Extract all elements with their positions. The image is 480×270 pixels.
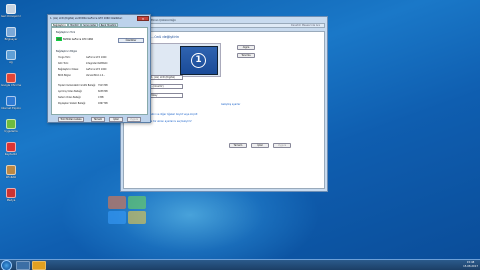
info-value: GeForce GTX 1060 <box>86 68 107 71</box>
advanced-settings-link[interactable]: Gelişmiş ayarlar <box>221 103 240 106</box>
window-title: Ekran Çözünürlüğü <box>151 18 176 22</box>
desktop-icon-label: Geri Dönüşüm Kutusu <box>1 15 21 18</box>
desktop-icon[interactable]: Kaydedici <box>1 142 21 156</box>
network-icon <box>6 50 16 60</box>
adapter-name: NVIDIA GeForce GTX 1060 <box>63 37 94 41</box>
desktop-icon[interactable]: Geri Dönüşüm Kutusu <box>1 4 21 18</box>
list-all-modes-button[interactable]: Tüm Modları Listele <box>58 117 84 122</box>
desktop-icon-label: WinRAR <box>5 176 17 179</box>
display-select[interactable]: 1. (LG) LCD (Digital) <box>149 75 183 80</box>
info-key: DAC Türü: <box>58 62 69 65</box>
desktop-icon[interactable]: Uygulama <box>1 119 21 133</box>
screen-resolution-window: Ekran Çözünürlüğü Denetim Masası'nda Ara… <box>120 16 328 192</box>
info-key: Bağdaştırıcı Dizesi: <box>58 68 79 71</box>
adapter-type-label: Bağdaştırıcı Türü <box>56 31 76 34</box>
info-row: BIOS Bilgisi: Version86.6.1.0... <box>58 74 105 77</box>
monitor-tile[interactable]: 1 <box>180 46 218 75</box>
desktop-icon[interactable]: Medya <box>1 188 21 202</box>
info-row: Ayrılmış Video Belleği: 6038 MB <box>58 90 108 93</box>
info-key: Ayrılmış Video Belleği: <box>58 90 83 93</box>
system-clock[interactable]: 15:48 15.08.2017 <box>463 261 478 269</box>
desktop-icon[interactable]: Internet Explorer <box>1 96 21 110</box>
recycle-bin-icon <box>6 4 16 14</box>
properties-button[interactable]: Özellikler <box>118 38 144 43</box>
media-icon <box>6 188 16 198</box>
info-key: BIOS Bilgisi: <box>58 74 72 77</box>
monitor-preview: 1 <box>149 43 221 77</box>
info-row: Yonga Türü: GeForce GTX 1060 <box>58 56 106 59</box>
desktop-icon-label: Medya <box>6 199 16 202</box>
recorder-icon <box>6 142 16 152</box>
page-heading: ...ünü değiştirin <box>151 35 180 39</box>
info-row: Toplam Kullanılabilir Grafik Belleği: 791… <box>58 84 108 87</box>
info-key: Toplam Kullanılabilir Grafik Belleği: <box>58 84 96 87</box>
desktop-icon[interactable]: Google Chrome <box>1 73 21 87</box>
close-button[interactable]: ✕ <box>137 16 149 21</box>
info-row: Paylaşılan Sistem Belleği: 1867 MB <box>58 102 108 105</box>
dialog-ok-button[interactable]: Tamam <box>91 117 105 122</box>
dialog-title: 1. (LG) LCD (Digital) ve NVIDIA GeForce … <box>50 17 123 20</box>
desktop-icon[interactable]: WinRAR <box>1 165 21 179</box>
dialog-title-bar: 1. (LG) LCD (Digital) ve NVIDIA GeForce … <box>48 15 150 22</box>
dialog-apply-button[interactable]: Uygula <box>127 117 141 122</box>
dialog-cancel-button[interactable]: İptal <box>109 117 123 122</box>
info-row: DAC Türü: Integrated RAMDAC <box>58 62 108 65</box>
info-value: 0 MB <box>98 96 104 99</box>
info-value: 1867 MB <box>98 102 108 105</box>
apply-button[interactable]: Uygula <box>273 143 291 148</box>
help-link[interactable]: Ne tür ekran ayarlarını seçmeliyim? <box>149 120 192 123</box>
info-value: 7913 MB <box>98 84 108 87</box>
cancel-button[interactable]: İptal <box>251 143 269 148</box>
orientation-select[interactable]: Yatay <box>149 93 183 98</box>
info-value: GeForce GTX 1060 <box>86 56 107 59</box>
adapter-name-row: NVIDIA GeForce GTX 1060 <box>56 37 93 41</box>
desktop-icon-label: Uygulama <box>4 130 18 133</box>
info-key: Paylaşılan Sistem Belleği: <box>58 102 86 105</box>
info-value: 6038 MB <box>98 90 108 93</box>
info-key: Sistem Video Belleği: <box>58 96 82 99</box>
start-button[interactable] <box>1 260 12 270</box>
explorer-taskbar-icon[interactable] <box>16 261 30 270</box>
windows-logo-wallpaper <box>108 196 148 224</box>
archive-icon <box>6 165 16 175</box>
gpu-icon <box>56 37 62 41</box>
desktop-icon[interactable]: Ağ <box>1 50 21 64</box>
chrome-taskbar-icon[interactable] <box>32 261 46 270</box>
search-box[interactable]: Denetim Masası'nda Ara <box>123 23 325 28</box>
desktop-icon-label: Kaydedici <box>4 153 18 156</box>
text-size-link[interactable]: Metni ve diğer öğeleri büyüt veya küçült <box>149 113 197 116</box>
info-row: Sistem Video Belleği: 0 MB <box>58 96 103 99</box>
desktop-icon-label: Internet Explorer <box>1 107 21 110</box>
search-placeholder: Denetim Masası'nda Ara <box>290 24 320 27</box>
info-value: Integrated RAMDAC <box>86 62 108 65</box>
desktop-icon-label: Google Chrome <box>1 84 21 87</box>
computer-icon <box>6 27 16 37</box>
resolution-select[interactable]: ...(önerilir) <box>149 84 183 89</box>
ie-icon <box>6 96 16 106</box>
clock-date: 15.08.2017 <box>463 265 478 268</box>
detect-button[interactable]: Algıla <box>237 45 255 50</box>
identify-button[interactable]: Tanımla <box>237 53 255 58</box>
info-key: Yonga Türü: <box>58 56 71 59</box>
desktop-icon-label: Ağ <box>9 61 13 64</box>
adapter-panel: Bağdaştırıcı Türü NVIDIA GeForce GTX 106… <box>51 27 148 122</box>
desktop-icon-label: Bilgisayar <box>4 38 18 41</box>
ok-button[interactable]: Tamam <box>229 143 247 148</box>
info-header: Bağdaştırıcı Bilgisi <box>56 50 78 53</box>
app-icon <box>6 119 16 129</box>
adapter-properties-dialog: 1. (LG) LCD (Digital) ve NVIDIA GeForce … <box>47 14 151 123</box>
monitor-number: 1 <box>191 53 206 68</box>
info-value: Version86.6.1.0... <box>86 74 106 77</box>
chrome-icon <box>6 73 16 83</box>
info-row: Bağdaştırıcı Dizesi: GeForce GTX 1060 <box>58 68 106 71</box>
taskbar: 15:48 15.08.2017 <box>0 259 480 270</box>
desktop-icon[interactable]: Bilgisayar <box>1 27 21 41</box>
